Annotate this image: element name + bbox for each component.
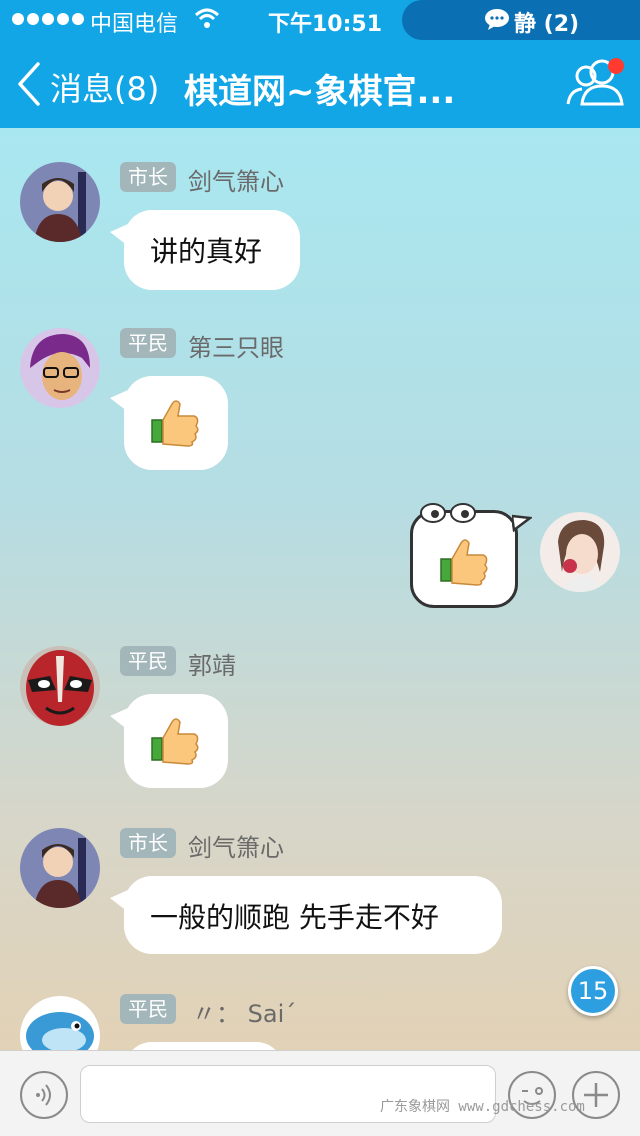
message-text: 一般的顺跑 先手走不好 [150,901,439,934]
page-title: 棋道网~象棋官... [184,72,456,112]
message-bubble[interactable] [110,694,228,788]
thumbs-up-icon [440,539,488,586]
chat-bubble-icon [485,9,509,30]
carrier-name: 中国电信 [90,12,179,37]
signal-strength-icon [12,13,84,25]
thumbs-up-icon [151,400,199,447]
avatar[interactable] [20,646,100,726]
input-bar [0,1050,640,1136]
avatar[interactable] [20,328,100,408]
watermark-text: 广东象棋网 www.gdchess.com [380,1099,585,1115]
message-bubble[interactable] [124,1042,284,1050]
rank-badge: 市长 [120,828,176,858]
rank-badge: 市长 [120,162,176,192]
new-badge-dot [608,58,624,74]
avatar[interactable] [20,996,100,1050]
nav-bar: 消息(8) 棋道网~象棋官... [0,40,640,128]
avatar[interactable] [20,162,100,242]
rank-badge: 平民 [120,994,176,1024]
group-members-button[interactable] [562,54,628,112]
voice-button[interactable] [20,1071,68,1119]
thumbs-up-icon [151,718,199,765]
sender-name: 剑气箫心 [188,834,284,862]
sender-name: 〃： Sai´ [192,1000,297,1028]
message-bubble[interactable]: 讲的真好 [110,210,300,290]
bubble-tail [512,514,532,533]
message-bubble[interactable]: 一般的顺跑 先手走不好 [110,876,502,954]
rank-badge: 平民 [120,646,176,676]
voice-icon [36,1084,51,1106]
chat-area[interactable]: 市长 剑气箫心 讲的真好 平民 第三只眼 平民 郭靖 市长 剑气箫心 一般的顺跑… [0,128,640,1050]
sender-name: 第三只眼 [188,334,284,362]
status-bar: 中国电信 下午10:51 静 (2) [0,0,640,40]
avatar-self[interactable] [540,512,620,592]
rank-badge: 平民 [120,328,176,358]
notification-pill[interactable]: 静 (2) [402,0,640,40]
status-time: 下午10:51 [268,12,383,37]
sender-name: 郭靖 [188,652,236,680]
back-label: 消息(8) [50,70,160,108]
peeking-eyes-icon [420,503,476,523]
chevron-left-icon [18,62,40,106]
wifi-icon [194,8,220,28]
message-text: 讲的真好 [150,235,263,268]
unread-count-badge[interactable]: 15 [568,966,618,1016]
message-bubble[interactable] [110,376,228,470]
avatar[interactable] [20,828,100,908]
notification-text: 静 (2) [514,12,580,37]
back-button[interactable]: 消息(8) [14,60,164,108]
sender-name: 剑气箫心 [188,168,284,196]
top-bar: 中国电信 下午10:51 静 (2) 消息(8) 棋道网~象棋官... [0,0,640,128]
message-bubble-self[interactable] [410,503,518,608]
